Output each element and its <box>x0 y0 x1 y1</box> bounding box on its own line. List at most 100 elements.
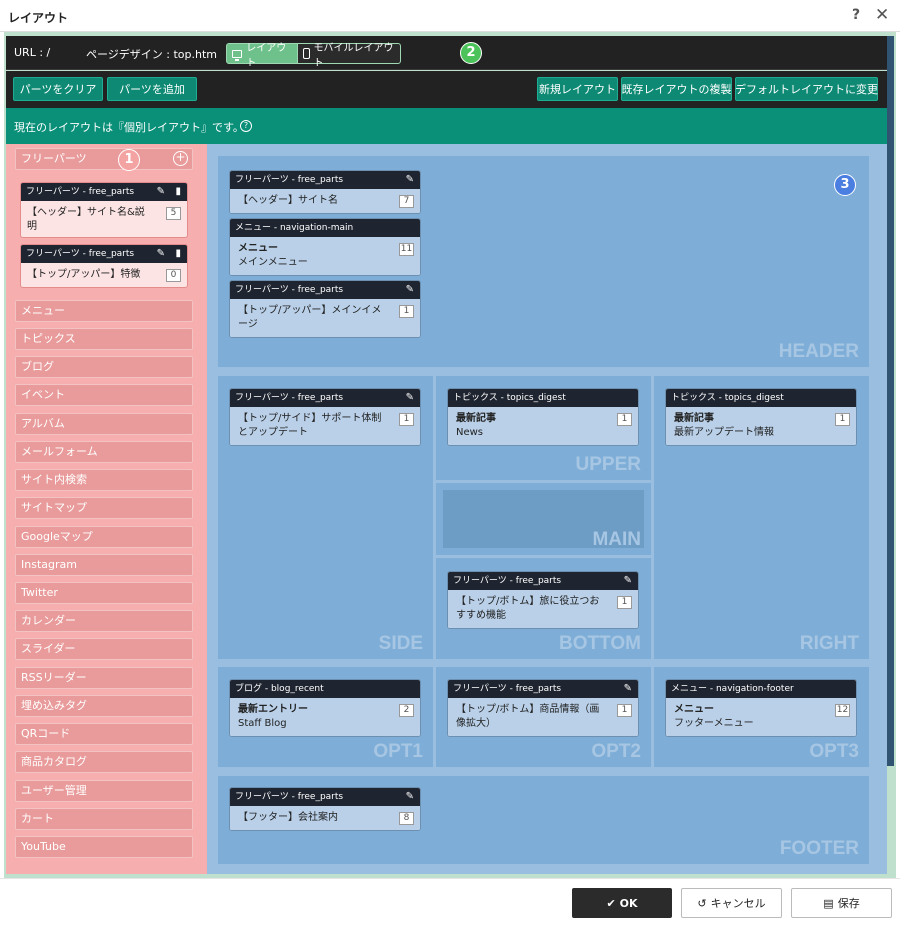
category-menu[interactable]: メニュー <box>15 300 193 322</box>
marker-1: 1 <box>118 149 140 171</box>
part-card-body: 【ヘッダー】サイト名&説 明 5 <box>21 201 187 237</box>
zone-main[interactable]: MAIN <box>436 483 651 555</box>
category-embed-tag[interactable]: 埋め込みタグ <box>15 695 193 717</box>
category-site-search[interactable]: サイト内検索 <box>15 469 193 491</box>
category-cart[interactable]: カート <box>15 808 193 830</box>
category-product-catalog[interactable]: 商品カタログ <box>15 751 193 773</box>
usage-count-badge: 1 <box>399 305 414 318</box>
category-youtube[interactable]: YouTube <box>15 836 193 858</box>
part-card-title: ブログ - blog_recent <box>235 684 324 694</box>
category-google-map[interactable]: Googleマップ <box>15 526 193 548</box>
part-card-line1: 【トップ/アッパー】特徴 <box>27 269 141 280</box>
add-parts-button[interactable]: パーツを追加 <box>107 77 197 101</box>
part-card-body: 【トップ/アッパー】特徴 0 <box>21 263 187 287</box>
edit-pencil-icon[interactable]: ✎ <box>157 245 165 263</box>
category-sitemap[interactable]: サイトマップ <box>15 497 193 519</box>
part-card-header: トピックス - topics_digest <box>666 389 856 407</box>
placed-part-card[interactable]: トピックス - topics_digest 最新記事 最新アップデート情報 1 <box>665 388 857 446</box>
part-card-title: フリーパーツ - free_parts <box>235 792 344 802</box>
vertical-scrollbar[interactable] <box>887 36 894 766</box>
placed-part-card[interactable]: フリーパーツ - free_parts ✎ 【フッター】会社案内 8 <box>229 787 421 831</box>
edit-pencil-icon[interactable]: ✎ <box>406 389 414 407</box>
part-card-header: メニュー - navigation-main <box>230 219 420 237</box>
edit-pencil-icon[interactable]: ✎ <box>406 281 414 299</box>
zone-label: FOOTER <box>779 838 859 859</box>
part-card-header: フリーパーツ - free_parts ✎ ▮ <box>21 245 187 263</box>
usage-count-badge: 12 <box>835 704 850 717</box>
part-card-body: 最新記事 最新アップデート情報 1 <box>666 407 856 445</box>
palette-part-card[interactable]: フリーパーツ - free_parts ✎ ▮ 【ヘッダー】サイト名&説 明 5 <box>20 182 188 238</box>
placed-part-card[interactable]: メニュー - navigation-footer メニュー フッターメニュー 1… <box>665 679 857 737</box>
zone-label: HEADER <box>778 341 859 362</box>
usage-count-badge: 1 <box>617 596 632 609</box>
usage-count-badge: 7 <box>399 195 414 208</box>
trash-icon[interactable]: ▮ <box>175 183 181 201</box>
category-event[interactable]: イベント <box>15 384 193 406</box>
part-card-line1: 最新記事 <box>674 413 714 424</box>
part-card-line2: ージ <box>238 319 258 330</box>
status-help-icon[interactable]: ? <box>240 120 252 132</box>
placed-part-card[interactable]: ブログ - blog_recent 最新エントリー Staff Blog 2 <box>229 679 421 737</box>
help-icon[interactable]: ? <box>852 7 860 23</box>
free-parts-header[interactable]: フリーパーツ + <box>15 148 193 170</box>
close-icon[interactable]: ✕ <box>875 5 889 25</box>
placed-part-card[interactable]: フリーパーツ - free_parts ✎ 【トップ/アッパー】メインイメ ージ… <box>229 280 421 338</box>
placed-part-card[interactable]: トピックス - topics_digest 最新記事 News 1 <box>447 388 639 446</box>
placed-part-card[interactable]: メニュー - navigation-main メニュー メインメニュー 11 <box>229 218 421 276</box>
part-card-title: フリーパーツ - free_parts <box>26 249 135 259</box>
page-info-bar: URL : / ページデザイン : top.htm レイアウト モバイルレイアウ… <box>6 36 887 70</box>
category-calendar[interactable]: カレンダー <box>15 610 193 632</box>
category-qr-code[interactable]: QRコード <box>15 723 193 745</box>
edit-pencil-icon[interactable]: ✎ <box>406 171 414 189</box>
default-layout-button[interactable]: デフォルトレイアウトに変更 <box>735 77 878 101</box>
category-instagram[interactable]: Instagram <box>15 554 193 576</box>
part-card-title: フリーパーツ - free_parts <box>235 175 344 185</box>
part-card-body: 【ヘッダー】サイト名 7 <box>230 189 420 213</box>
placed-part-card[interactable]: フリーパーツ - free_parts ✎ 【トップ/サイド】サポート体制 とア… <box>229 388 421 446</box>
palette-part-card[interactable]: フリーパーツ - free_parts ✎ ▮ 【トップ/アッパー】特徴 0 <box>20 244 188 288</box>
edit-pencil-icon[interactable]: ✎ <box>157 183 165 201</box>
usage-count-badge: 2 <box>399 704 414 717</box>
category-album[interactable]: アルバム <box>15 413 193 435</box>
category-user-management[interactable]: ユーザー管理 <box>15 780 193 802</box>
placed-part-card[interactable]: フリーパーツ - free_parts ✎ 【ヘッダー】サイト名 7 <box>229 170 421 214</box>
save-button[interactable]: ▤ 保存 <box>791 888 892 918</box>
trash-icon[interactable]: ▮ <box>175 245 181 263</box>
new-layout-button[interactable]: 新規レイアウト <box>537 77 618 101</box>
zone-label: RIGHT <box>799 633 859 654</box>
layout-status-text: 現在のレイアウトは『個別レイアウト』です。 <box>14 121 244 134</box>
part-card-title: トピックス - topics_digest <box>671 393 784 403</box>
edit-pencil-icon[interactable]: ✎ <box>624 680 632 698</box>
window-titlebar: レイアウト ? ✕ <box>0 0 900 32</box>
part-card-line1: 【ヘッダー】サイト名&説 <box>27 207 145 218</box>
tab-mobile-layout[interactable]: モバイルレイアウト <box>297 43 401 69</box>
part-card-body: メニュー メインメニュー 11 <box>230 237 420 275</box>
tab-layout[interactable]: レイアウト <box>226 43 298 69</box>
ok-button[interactable]: ✔ OK <box>572 888 672 918</box>
edit-pencil-icon[interactable]: ✎ <box>624 572 632 590</box>
part-card-header: ブログ - blog_recent <box>230 680 420 698</box>
category-rss-reader[interactable]: RSSリーダー <box>15 667 193 689</box>
placed-part-card[interactable]: フリーパーツ - free_parts ✎ 【トップ/ボトム】旅に役立つお すす… <box>447 571 639 629</box>
part-card-title: フリーパーツ - free_parts <box>235 393 344 403</box>
undo-icon: ↺ <box>697 896 707 910</box>
clear-parts-button[interactable]: パーツをクリア <box>13 77 103 101</box>
toolbar: パーツをクリア パーツを追加 新規レイアウト 既存レイアウトの複製 デフォルトレ… <box>6 71 887 108</box>
category-mail-form[interactable]: メールフォーム <box>15 441 193 463</box>
part-card-header: メニュー - navigation-footer <box>666 680 856 698</box>
cancel-button[interactable]: ↺ キャンセル <box>681 888 782 918</box>
category-twitter[interactable]: Twitter <box>15 582 193 604</box>
copy-layout-button[interactable]: 既存レイアウトの複製 <box>621 77 732 101</box>
layout-status-bar: 現在のレイアウトは『個別レイアウト』です。 ? <box>6 108 887 144</box>
part-card-body: 【トップ/ボトム】商品情報（画 像拡大） 1 <box>448 698 638 736</box>
category-slider[interactable]: スライダー <box>15 638 193 660</box>
category-blog[interactable]: ブログ <box>15 356 193 378</box>
category-topics[interactable]: トピックス <box>15 328 193 350</box>
url-label: URL : / <box>14 46 51 59</box>
part-card-body: 最新記事 News 1 <box>448 407 638 445</box>
placed-part-card[interactable]: フリーパーツ - free_parts ✎ 【トップ/ボトム】商品情報（画 像拡… <box>447 679 639 737</box>
check-circle-icon: ✔ <box>606 896 616 910</box>
part-card-line1: 【フッター】会社案内 <box>238 812 338 823</box>
add-free-part-icon[interactable]: + <box>173 151 188 166</box>
edit-pencil-icon[interactable]: ✎ <box>406 788 414 806</box>
